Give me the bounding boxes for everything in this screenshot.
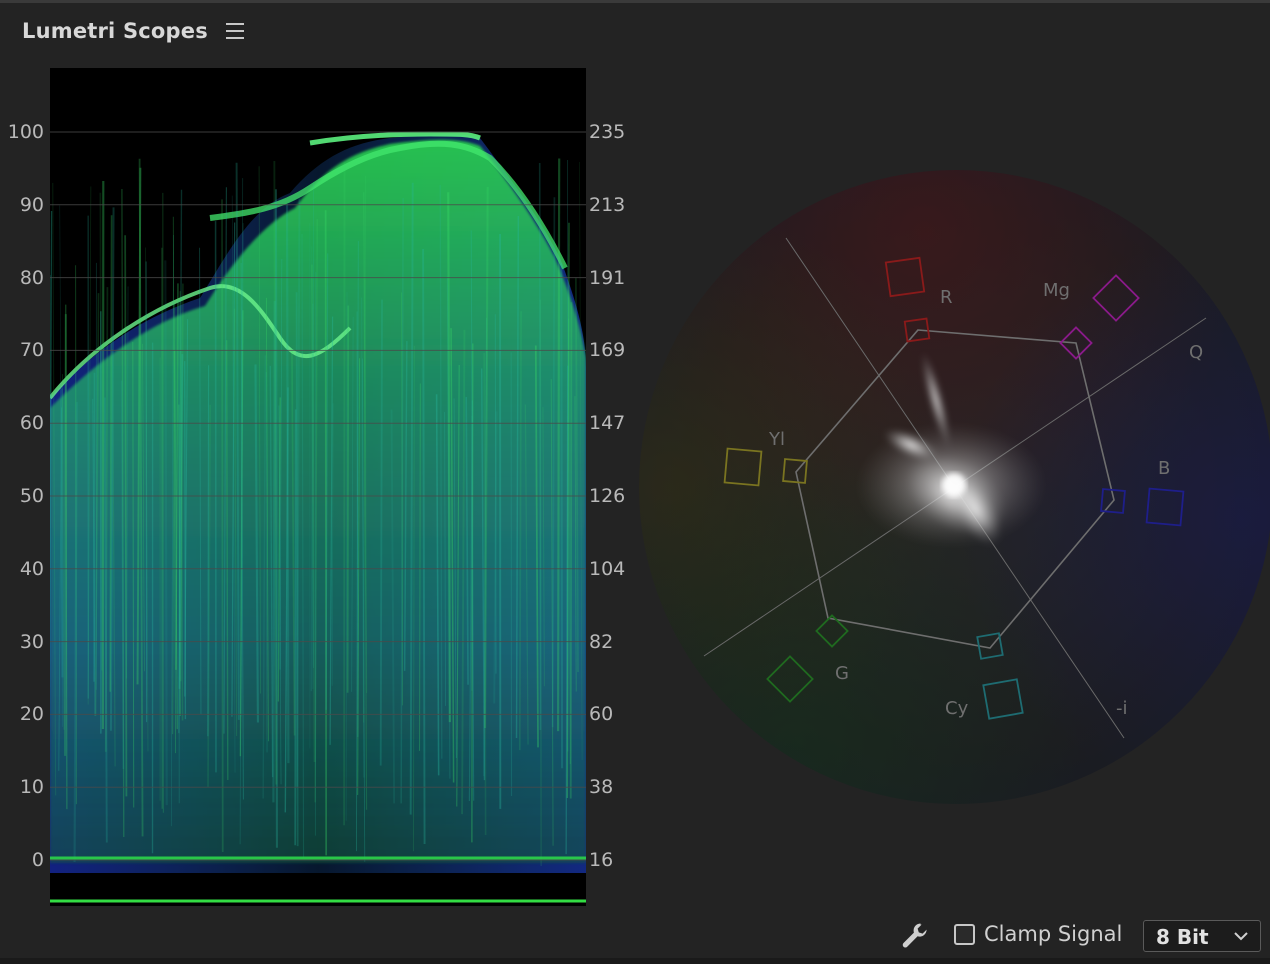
ire-tick-label: 20	[19, 703, 44, 726]
wrench-icon[interactable]	[900, 920, 932, 952]
code-value-tick-label: 213	[589, 193, 626, 216]
ire-tick-label: 0	[31, 849, 44, 871]
panel-bottom-border	[0, 958, 1270, 964]
hamburger-menu-icon[interactable]	[225, 23, 244, 39]
label-r: R	[940, 287, 953, 308]
panel-title: Lumetri Scopes	[22, 19, 208, 43]
code-value-tick-label: 126	[589, 485, 626, 507]
waveform-scope	[50, 68, 586, 906]
code-value-tick-label: 235	[589, 121, 626, 143]
label-neg-i: -i	[1116, 698, 1128, 719]
panel-header: Lumetri Scopes	[22, 14, 244, 48]
ire-tick-label: 80	[19, 266, 44, 289]
ire-tick-label: 40	[19, 557, 44, 580]
clamp-signal-toggle[interactable]: Clamp Signal	[954, 922, 1122, 946]
ire-tick-label: 30	[19, 630, 44, 653]
code-value-tick-label: 82	[589, 630, 614, 653]
panel-top-border	[0, 0, 1270, 3]
ire-tick-label: 90	[19, 193, 44, 216]
code-value-tick-label: 16	[589, 849, 614, 871]
label-g: G	[835, 663, 849, 684]
label-yl: Yl	[768, 429, 785, 450]
bit-depth-dropdown[interactable]: 8 Bit	[1143, 920, 1261, 952]
code-value-tick-label: 191	[589, 266, 626, 289]
bit-depth-value: 8 Bit	[1156, 925, 1209, 949]
ire-tick-label: 50	[19, 485, 44, 507]
ire-tick-label: 100	[7, 121, 44, 143]
code-value-tick-label: 38	[589, 776, 614, 799]
chevron-down-icon	[1234, 932, 1248, 941]
label-b: B	[1158, 458, 1170, 479]
label-q: Q	[1189, 342, 1203, 363]
code-value-tick-label: 104	[589, 557, 626, 580]
ire-tick-label: 70	[19, 339, 44, 362]
code-value-tick-label: 169	[589, 339, 626, 362]
label-cy: Cy	[945, 698, 969, 719]
waveform-trace	[50, 131, 586, 903]
ire-tick-label: 60	[19, 412, 44, 435]
code-value-tick-label: 60	[589, 703, 614, 726]
ire-tick-label: 10	[19, 776, 44, 799]
code-value-tick-label: 147	[589, 412, 626, 435]
clamp-signal-label: Clamp Signal	[984, 922, 1123, 946]
label-mg: Mg	[1043, 280, 1070, 301]
vectorscope: R Mg Q Yl B G Cy -i	[636, 170, 1270, 814]
clamp-signal-checkbox[interactable]	[954, 923, 975, 945]
